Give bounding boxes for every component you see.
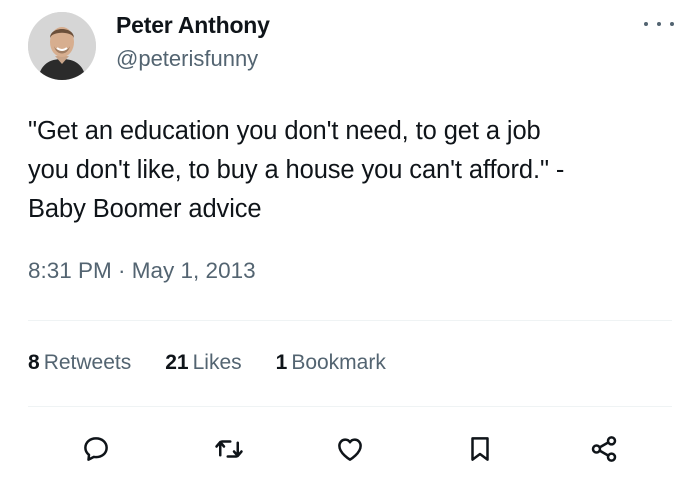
- profile-photo: [28, 12, 96, 80]
- likes-label: Likes: [192, 351, 242, 374]
- avatar[interactable]: [28, 12, 96, 80]
- retweet-button[interactable]: [206, 426, 252, 472]
- reply-icon: [84, 437, 108, 461]
- retweets-stat[interactable]: 8 Retweets: [28, 351, 131, 375]
- bookmark-button[interactable]: [457, 426, 503, 472]
- engagement-stats: 8 Retweets 21 Likes 1 Bookmark: [28, 351, 386, 375]
- retweets-count: 8: [28, 351, 40, 374]
- more-options-icon[interactable]: [644, 14, 674, 34]
- tweet-card: Peter Anthony @peterisfunny "Get an educ…: [0, 0, 700, 486]
- tweet-text-line: you don't like, to buy a house you can't…: [28, 156, 565, 184]
- likes-count: 21: [165, 351, 189, 374]
- author-display-name[interactable]: Peter Anthony: [116, 12, 270, 39]
- action-bar: [0, 426, 700, 472]
- retweets-label: Retweets: [43, 351, 132, 374]
- tweet-timestamp[interactable]: 8:31 PM · May 1, 2013: [28, 258, 256, 284]
- likes-stat[interactable]: 21 Likes: [165, 351, 241, 375]
- more-dot: [657, 22, 661, 26]
- like-button[interactable]: [327, 426, 373, 472]
- bookmarks-count: 1: [275, 351, 288, 374]
- bookmark-icon: [471, 437, 489, 461]
- divider: [28, 406, 672, 407]
- reply-button[interactable]: [73, 426, 119, 472]
- share-button[interactable]: [581, 426, 627, 472]
- tweet-text-line: Baby Boomer advice: [28, 195, 262, 223]
- divider: [28, 320, 672, 321]
- tweet-text-line: "Get an education you don't need, to get…: [28, 117, 541, 145]
- retweet-icon: [215, 440, 243, 458]
- share-icon: [591, 436, 617, 462]
- bookmarks-stat[interactable]: 1 Bookmark: [276, 351, 386, 375]
- more-dot: [644, 22, 648, 26]
- tweet-text: "Get an education you don't need, to get…: [28, 112, 678, 229]
- author-handle[interactable]: @peterisfunny: [116, 46, 258, 72]
- bookmarks-label: Bookmark: [291, 351, 386, 374]
- more-dot: [670, 22, 674, 26]
- like-icon: [338, 438, 362, 461]
